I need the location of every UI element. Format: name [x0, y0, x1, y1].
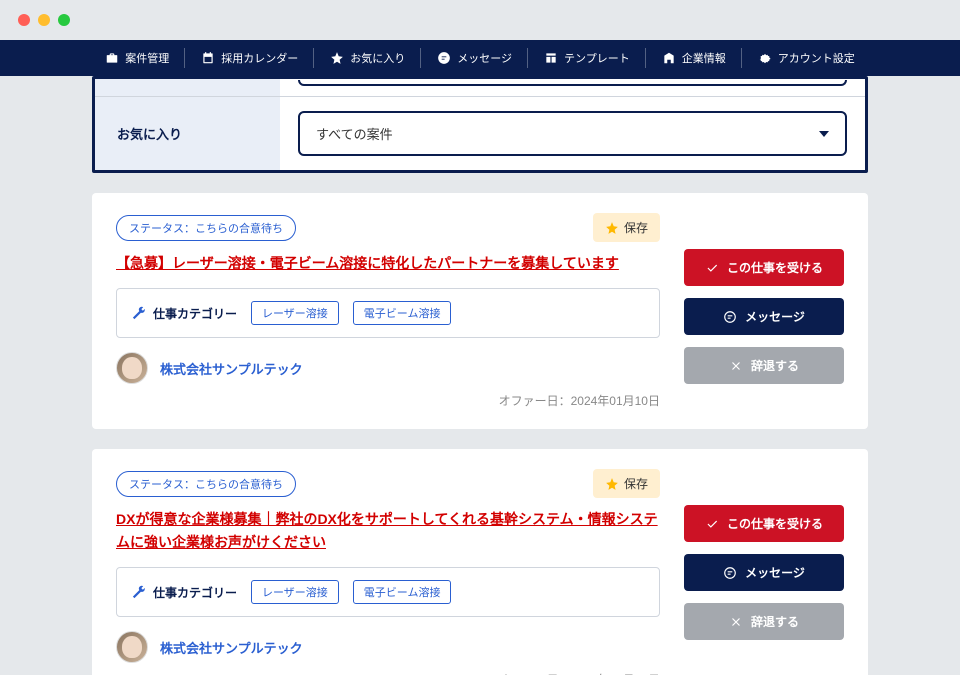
card-header: ステータス：こちらの合意待ち 保存 — [116, 469, 660, 498]
nav-messages[interactable]: メッセージ — [421, 40, 528, 76]
offer-date: オファー日：2024年01月10日 — [116, 392, 660, 409]
template-icon — [544, 51, 558, 65]
save-button[interactable]: 保存 — [593, 213, 660, 242]
nav-label: メッセージ — [457, 50, 512, 66]
filter-label: お気に入り — [95, 97, 280, 170]
message-label: メッセージ — [745, 564, 805, 581]
company-avatar — [116, 631, 148, 663]
filter-box: お気に入り すべての案件 — [92, 76, 868, 173]
decline-label: 辞退する — [751, 613, 799, 630]
favorite-select[interactable]: すべての案件 — [298, 111, 847, 156]
job-title-link[interactable]: 【急募】レーザー溶接・電子ビーム溶接に特化したパートナーを募集しています — [116, 252, 660, 274]
star-icon — [330, 51, 344, 65]
save-button[interactable]: 保存 — [593, 469, 660, 498]
chat-icon — [437, 51, 451, 65]
category-label: 仕事カテゴリー — [131, 584, 237, 601]
app-window: 案件管理 採用カレンダー お気に入り メッセージ テンプレート 企業情報 アカウ… — [0, 0, 960, 675]
card-actions: この仕事を受ける メッセージ 辞退する — [684, 469, 844, 675]
decline-button[interactable]: 辞退する — [684, 347, 844, 384]
check-icon — [705, 517, 719, 531]
close-icon — [729, 615, 743, 629]
nav-label: テンプレート — [564, 50, 630, 66]
accept-button[interactable]: この仕事を受ける — [684, 505, 844, 542]
accept-label: この仕事を受ける — [727, 259, 823, 276]
job-card: ステータス：こちらの合意待ち 保存 DXが得意な企業様募集｜弊社のDX化をサポー… — [92, 449, 868, 675]
filter-row-top — [95, 79, 865, 97]
status-badge: ステータス：こちらの合意待ち — [116, 471, 296, 497]
company-link[interactable]: 株式会社サンプルテック — [160, 359, 303, 378]
category-box: 仕事カテゴリー レーザー溶接 電子ビーム溶接 — [116, 288, 660, 338]
accept-label: この仕事を受ける — [727, 515, 823, 532]
nav-company[interactable]: 企業情報 — [646, 40, 742, 76]
briefcase-icon — [105, 51, 119, 65]
gear-icon — [758, 51, 772, 65]
category-label: 仕事カテゴリー — [131, 305, 237, 322]
filter-row: お気に入り すべての案件 — [95, 97, 865, 170]
close-icon — [729, 359, 743, 373]
filter-control: すべての案件 — [280, 97, 865, 170]
chevron-down-icon — [819, 131, 829, 137]
category-text: 仕事カテゴリー — [153, 305, 237, 322]
nav-settings[interactable]: アカウント設定 — [742, 40, 871, 76]
message-label: メッセージ — [745, 308, 805, 325]
save-label: 保存 — [624, 219, 648, 236]
select-value: すべての案件 — [316, 124, 393, 143]
window-titlebar — [0, 0, 960, 40]
accept-button[interactable]: この仕事を受ける — [684, 249, 844, 286]
status-badge: ステータス：こちらの合意待ち — [116, 215, 296, 241]
nav-projects[interactable]: 案件管理 — [89, 40, 185, 76]
check-icon — [705, 261, 719, 275]
nav-calendar[interactable]: 採用カレンダー — [185, 40, 314, 76]
job-card: ステータス：こちらの合意待ち 保存 【急募】レーザー溶接・電子ビーム溶接に特化し… — [92, 193, 868, 429]
decline-button[interactable]: 辞退する — [684, 603, 844, 640]
card-actions: この仕事を受ける メッセージ 辞退する — [684, 213, 844, 409]
content-area: お気に入り すべての案件 ステータス：こちらの合意待ち 保存 — [0, 76, 960, 675]
message-button[interactable]: メッセージ — [684, 298, 844, 335]
category-tag: 電子ビーム溶接 — [353, 301, 452, 325]
message-icon — [723, 566, 737, 580]
wrench-icon — [131, 585, 146, 600]
decline-label: 辞退する — [751, 357, 799, 374]
window-min-dot[interactable] — [38, 14, 50, 26]
filter-label-top — [95, 79, 280, 96]
company-row: 株式会社サンプルテック — [116, 352, 660, 384]
star-icon — [605, 477, 619, 491]
nav-label: 企業情報 — [682, 50, 726, 66]
filter-control-top — [280, 80, 865, 96]
card-header: ステータス：こちらの合意待ち 保存 — [116, 213, 660, 242]
main-navbar: 案件管理 採用カレンダー お気に入り メッセージ テンプレート 企業情報 アカウ… — [0, 40, 960, 76]
category-box: 仕事カテゴリー レーザー溶接 電子ビーム溶接 — [116, 567, 660, 617]
card-main: ステータス：こちらの合意待ち 保存 【急募】レーザー溶接・電子ビーム溶接に特化し… — [116, 213, 660, 409]
window-close-dot[interactable] — [18, 14, 30, 26]
company-avatar — [116, 352, 148, 384]
job-title-link[interactable]: DXが得意な企業様募集｜弊社のDX化をサポートしてくれる基幹システム・情報システ… — [116, 508, 660, 553]
nav-label: 案件管理 — [125, 50, 169, 66]
wrench-icon — [131, 306, 146, 321]
calendar-icon — [201, 51, 215, 65]
nav-label: アカウント設定 — [778, 50, 855, 66]
nav-favorites[interactable]: お気に入り — [314, 40, 421, 76]
company-link[interactable]: 株式会社サンプルテック — [160, 638, 303, 657]
card-main: ステータス：こちらの合意待ち 保存 DXが得意な企業様募集｜弊社のDX化をサポー… — [116, 469, 660, 675]
message-icon — [723, 310, 737, 324]
building-icon — [662, 51, 676, 65]
window-max-dot[interactable] — [58, 14, 70, 26]
nav-templates[interactable]: テンプレート — [528, 40, 646, 76]
save-label: 保存 — [624, 475, 648, 492]
category-text: 仕事カテゴリー — [153, 584, 237, 601]
offer-date: オファー日：2024年01月10日 — [116, 671, 660, 675]
nav-label: 採用カレンダー — [221, 50, 298, 66]
category-tag: レーザー溶接 — [251, 301, 339, 325]
star-icon — [605, 221, 619, 235]
nav-label: お気に入り — [350, 50, 405, 66]
category-tag: レーザー溶接 — [251, 580, 339, 604]
company-row: 株式会社サンプルテック — [116, 631, 660, 663]
message-button[interactable]: メッセージ — [684, 554, 844, 591]
category-tag: 電子ビーム溶接 — [353, 580, 452, 604]
